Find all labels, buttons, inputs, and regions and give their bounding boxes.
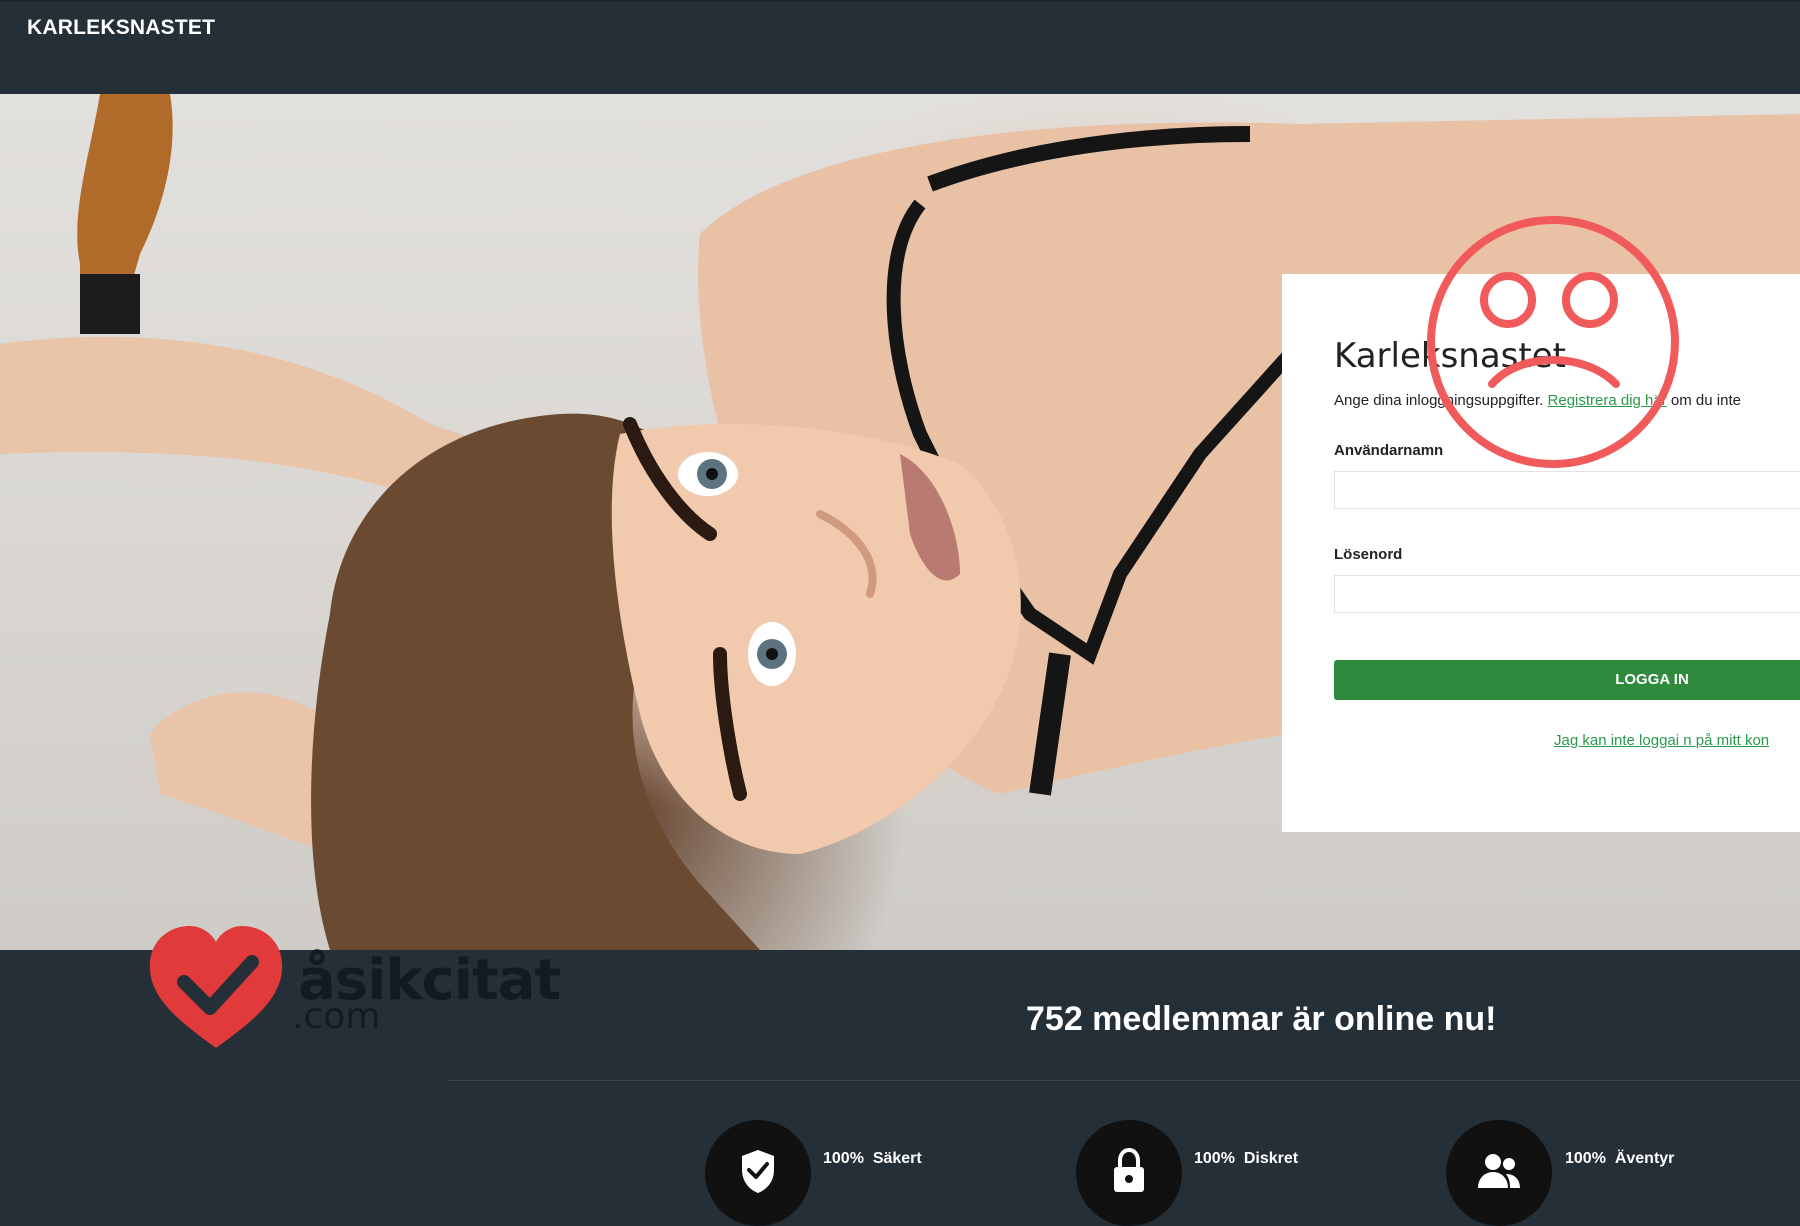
brand-logo[interactable]: KARLEKSNASTET [27,16,215,40]
heart-check-icon [149,926,283,1048]
feature-discreet: 100% Diskret [1194,1150,1298,1168]
users-icon [1478,1154,1520,1188]
password-input[interactable] [1334,575,1800,613]
feature-adventure-badge [1446,1120,1552,1226]
feature-secure-percent: 100% [823,1150,864,1167]
login-button[interactable]: LOGGA IN [1334,660,1800,700]
login-button-label: LOGGA IN [1615,671,1689,688]
feature-secure: 100% Säkert [823,1150,922,1168]
feature-secure-badge [705,1120,811,1226]
feature-adventure: 100% Äventyr [1565,1150,1674,1168]
online-count: 752 medlemmar är online nu! [1026,1000,1497,1038]
shield-check-icon [742,1150,774,1193]
hero-image: Karleksnastet Ange dina inloggningsuppgi… [0,94,1800,950]
feature-adventure-percent: 100% [1565,1150,1606,1167]
top-navbar: KARLEKSNASTET [0,0,1800,94]
feature-discreet-badge [1076,1120,1182,1226]
section-divider [448,1080,1800,1081]
forgot-login-link[interactable]: Jag kan inte loggai n på mitt kon [1554,732,1769,749]
lock-icon [1114,1148,1144,1192]
feature-adventure-label: Äventyr [1614,1150,1675,1167]
feature-discreet-percent: 100% [1194,1150,1235,1167]
feature-secure-label: Säkert [872,1150,922,1167]
password-label: Lösenord [1334,546,1403,563]
watermark-domain: .com [292,996,381,1037]
feature-discreet-label: Diskret [1243,1150,1299,1167]
sad-face-icon [1427,216,1679,468]
